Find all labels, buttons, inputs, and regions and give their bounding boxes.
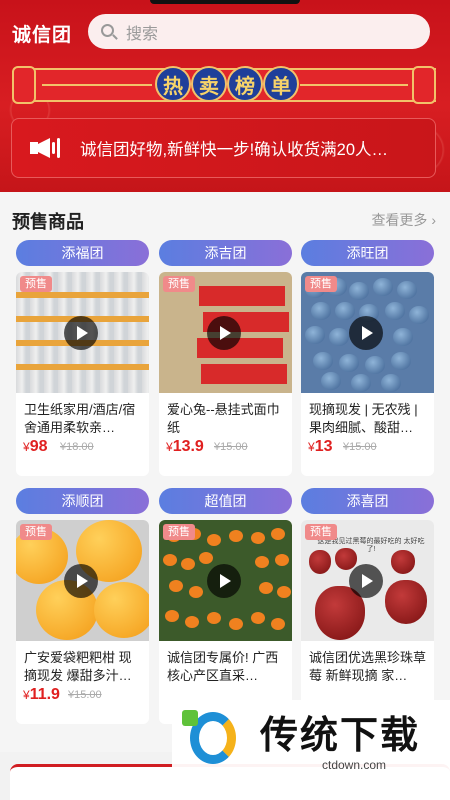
group-pill[interactable]: 添福团: [16, 240, 149, 266]
watermark: 传统下载 ctdown.com: [172, 700, 450, 780]
original-price: ¥18.00: [60, 441, 94, 453]
notice-bar[interactable]: 诚信团好物,新鲜快一步!确认收货满20人…: [11, 118, 436, 178]
chevron-right-icon: ›: [431, 212, 436, 228]
product-name: 现摘现发 | 无农残 | 果肉细腻、酸甜…: [309, 402, 418, 435]
presale-tag: 预售: [305, 524, 337, 540]
play-icon[interactable]: [207, 316, 241, 350]
product-image[interactable]: 预售: [159, 520, 292, 641]
header-area: 诚信团 搜索 热 卖 榜 单 诚信团好物,新鲜快一步!确认收货满20人…: [0, 0, 450, 192]
product-name: 诚信团优选黑珍珠草莓 新鲜现摘 家…: [309, 650, 427, 683]
view-more-link[interactable]: 查看更多 ›: [371, 210, 436, 230]
view-more-label: 查看更多: [371, 212, 428, 228]
play-icon[interactable]: [349, 316, 383, 350]
play-icon[interactable]: [64, 316, 98, 350]
group-pill[interactable]: 超值团: [159, 488, 292, 514]
original-price: ¥15.00: [68, 689, 102, 701]
product-card-body[interactable]: 这是我见过黑莓的最好吃的 太好吃了! 预售 诚信团优选黑珍珠草莓 新鲜现摘 家…: [301, 520, 434, 724]
product-name: 广安爱袋粑粑柑 现摘现发 爆甜多汁…: [24, 650, 132, 683]
product-card-body[interactable]: 预售 爱心兔--悬挂式面巾纸 ¥13.9 ¥15.00: [159, 272, 292, 476]
banner-line-right: [300, 84, 408, 86]
original-price: ¥15.00: [343, 441, 377, 453]
camera-notch: [150, 0, 300, 4]
watermark-title: 传统下载: [260, 715, 421, 757]
banner-cap-right: [412, 66, 436, 104]
group-pill[interactable]: 添吉团: [159, 240, 292, 266]
product-card-body[interactable]: 预售 广安爱袋粑粑柑 现摘现发 爆甜多汁… ¥11.9 ¥15.00: [16, 520, 149, 724]
banner-title[interactable]: 热 卖 榜 单: [155, 60, 299, 108]
original-price: ¥15.00: [214, 441, 248, 453]
presale-tag: 预售: [20, 276, 52, 292]
product-price: ¥13: [308, 438, 333, 455]
presale-tag: 预售: [163, 276, 195, 292]
group-pill[interactable]: 添顺团: [16, 488, 149, 514]
search-input[interactable]: 搜索: [88, 14, 430, 49]
play-icon[interactable]: [207, 564, 241, 598]
product-card-body[interactable]: 预售 卫生纸家用/酒店/宿舍通用柔软亲… ¥98 ¥18.00: [16, 272, 149, 476]
speaker-icon: [30, 134, 64, 162]
watermark-url: ctdown.com: [322, 758, 387, 772]
product-price: ¥98: [23, 438, 48, 455]
product-price: ¥13.9: [166, 438, 204, 455]
product-card-body[interactable]: 预售 现摘现发 | 无农残 | 果肉细腻、酸甜… ¥13 ¥15.00: [301, 272, 434, 476]
product-name: 爱心兔--悬挂式面巾纸: [167, 402, 280, 435]
play-icon[interactable]: [349, 564, 383, 598]
product-image[interactable]: 预售: [159, 272, 292, 393]
search-icon: [100, 23, 118, 41]
banner-cap-left: [12, 66, 36, 104]
play-icon[interactable]: [64, 564, 98, 598]
presale-tag: 预售: [305, 276, 337, 292]
product-image[interactable]: 这是我见过黑莓的最好吃的 太好吃了! 预售: [301, 520, 434, 641]
banner-char: 榜: [227, 66, 263, 102]
product-card-body[interactable]: 预售 诚信团专属价! 广西核心产区直采…: [159, 520, 292, 724]
product-image[interactable]: 预售: [16, 520, 149, 641]
product-name: 卫生纸家用/酒店/宿舍通用柔软亲…: [24, 402, 136, 435]
banner-line-left: [42, 84, 152, 86]
presale-section: 预售商品 查看更多 › 添福团 预售 卫生纸家用/酒店/宿舍通用柔软亲… ¥98…: [0, 192, 450, 752]
banner-char: 单: [263, 66, 299, 102]
group-pill[interactable]: 添旺团: [301, 240, 434, 266]
image-caption: 这是我见过黑莓的最好吃的 太好吃了!: [317, 538, 425, 553]
product-price: ¥11.9: [23, 686, 60, 703]
product-name: 诚信团专属价! 广西核心产区直采…: [167, 650, 279, 683]
brand-title: 诚信团: [12, 25, 73, 46]
search-placeholder: 搜索: [126, 25, 159, 43]
banner-char: 热: [155, 66, 191, 102]
watermark-logo-icon: [182, 706, 240, 768]
banner-char: 卖: [191, 66, 227, 102]
presale-tag: 预售: [20, 524, 52, 540]
product-image[interactable]: 预售: [301, 272, 434, 393]
group-pill[interactable]: 添喜团: [301, 488, 434, 514]
notice-text: 诚信团好物,新鲜快一步!确认收货满20人…: [80, 141, 389, 159]
section-title: 预售商品: [12, 212, 84, 232]
presale-tag: 预售: [163, 524, 195, 540]
product-image[interactable]: 预售: [16, 272, 149, 393]
